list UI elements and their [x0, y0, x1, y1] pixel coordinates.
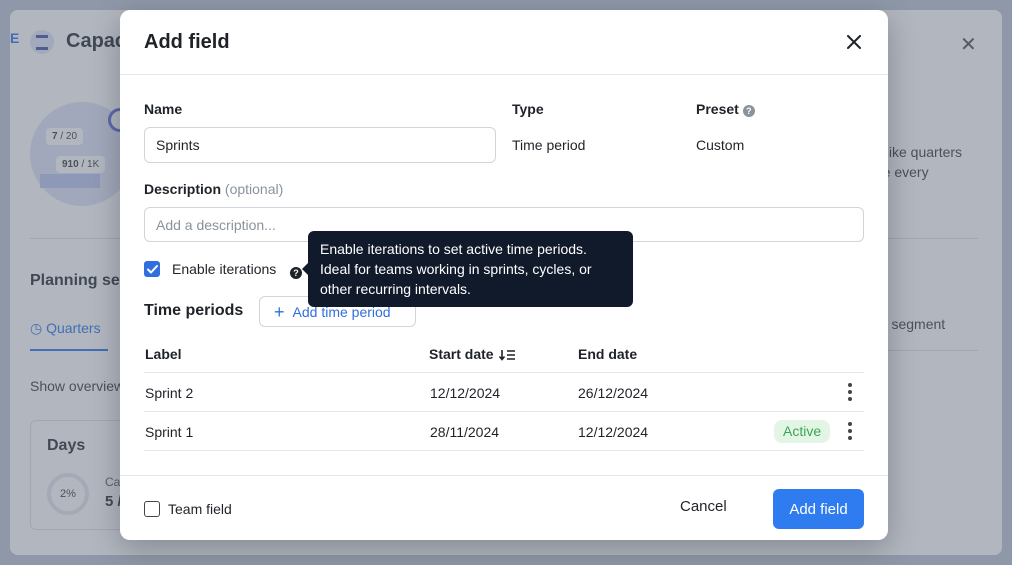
optional-hint: (optional)	[224, 181, 284, 197]
background-description: , like quarters re every	[878, 144, 963, 180]
days-caption: Ca	[105, 475, 121, 489]
plus-icon: +	[274, 301, 285, 322]
enable-iterations-label: Enable iterations	[172, 261, 277, 277]
background-close-icon[interactable]: ✕	[960, 32, 977, 57]
row-start-date: 28/11/2024	[430, 424, 500, 440]
row-menu-icon[interactable]	[846, 383, 854, 401]
tooltip-line: Enable iterations to set active time per…	[320, 241, 587, 257]
column-header-label: Label	[145, 346, 182, 362]
row-end-date: 26/12/2024	[578, 385, 649, 401]
tooltip-line: other recurring intervals.	[320, 281, 471, 297]
illustration-bar	[40, 174, 100, 188]
table-row: Sprint 2 12/12/2024 26/12/2024	[144, 373, 864, 412]
description-label-group: Description (optional)	[144, 181, 283, 197]
days-progress-ring: 2%	[47, 473, 89, 515]
preset-label-group: Preset?	[696, 101, 755, 117]
column-header-end-date: End date	[578, 346, 638, 362]
team-field-checkbox[interactable]	[144, 501, 160, 517]
close-icon	[847, 35, 861, 49]
type-label: Type	[512, 101, 544, 117]
tooltip-line: Ideal for teams working in sprints, cycl…	[320, 261, 592, 277]
preset-help-icon[interactable]: ?	[742, 105, 755, 117]
preset-label: Preset	[696, 101, 739, 117]
dialog-title: Add field	[144, 31, 230, 53]
active-status-badge: Active	[774, 420, 831, 443]
planning-segment-title: Planning seg	[30, 272, 130, 289]
add-field-button[interactable]: Add field	[773, 489, 864, 529]
checkmark-icon	[146, 264, 158, 273]
row-label: Sprint 2	[145, 385, 194, 401]
type-value: Time period	[512, 137, 586, 153]
add-field-dialog: Add field Name Type Time period Preset? …	[120, 10, 888, 540]
description-label: Description	[144, 181, 222, 197]
row-label: Sprint 1	[145, 424, 194, 440]
days-title: Days	[47, 437, 86, 454]
background-edge-tab: E	[10, 30, 20, 46]
name-input[interactable]	[144, 127, 496, 163]
name-label: Name	[144, 101, 183, 117]
preset-value: Custom	[696, 137, 745, 153]
illustration-chip-2: 910 / 1K	[56, 156, 106, 173]
enable-iterations-checkbox[interactable]	[144, 261, 160, 277]
row-end-date: 12/12/2024	[578, 424, 649, 440]
sort-icon	[498, 350, 515, 361]
enable-iterations-help-icon[interactable]: ?	[290, 263, 302, 281]
capacity-icon	[30, 30, 54, 54]
dialog-header: Add field	[120, 10, 888, 75]
dialog-footer: Team field Cancel Add field	[120, 475, 888, 540]
column-header-start-date[interactable]: Start date	[429, 346, 516, 362]
close-button[interactable]	[842, 30, 866, 54]
clock-icon: ◷	[30, 320, 43, 336]
background-title: Capac	[66, 30, 127, 52]
table-row: Sprint 1 28/11/2024 12/12/2024 Active	[144, 412, 864, 451]
row-start-date: 12/12/2024	[430, 385, 501, 401]
team-field-label: Team field	[168, 501, 232, 517]
tab-quarters[interactable]: ◷ Quarters	[30, 320, 108, 351]
table-header: Label Start date End date	[144, 336, 864, 373]
illustration-chip-1: 7 / 20	[46, 128, 84, 145]
cancel-button[interactable]: Cancel	[680, 498, 727, 515]
enable-iterations-tooltip: Enable iterations to set active time per…	[302, 231, 633, 307]
time-periods-title: Time periods	[144, 302, 244, 319]
show-overview-label: Show overview	[30, 378, 125, 394]
row-menu-icon[interactable]	[846, 422, 854, 440]
